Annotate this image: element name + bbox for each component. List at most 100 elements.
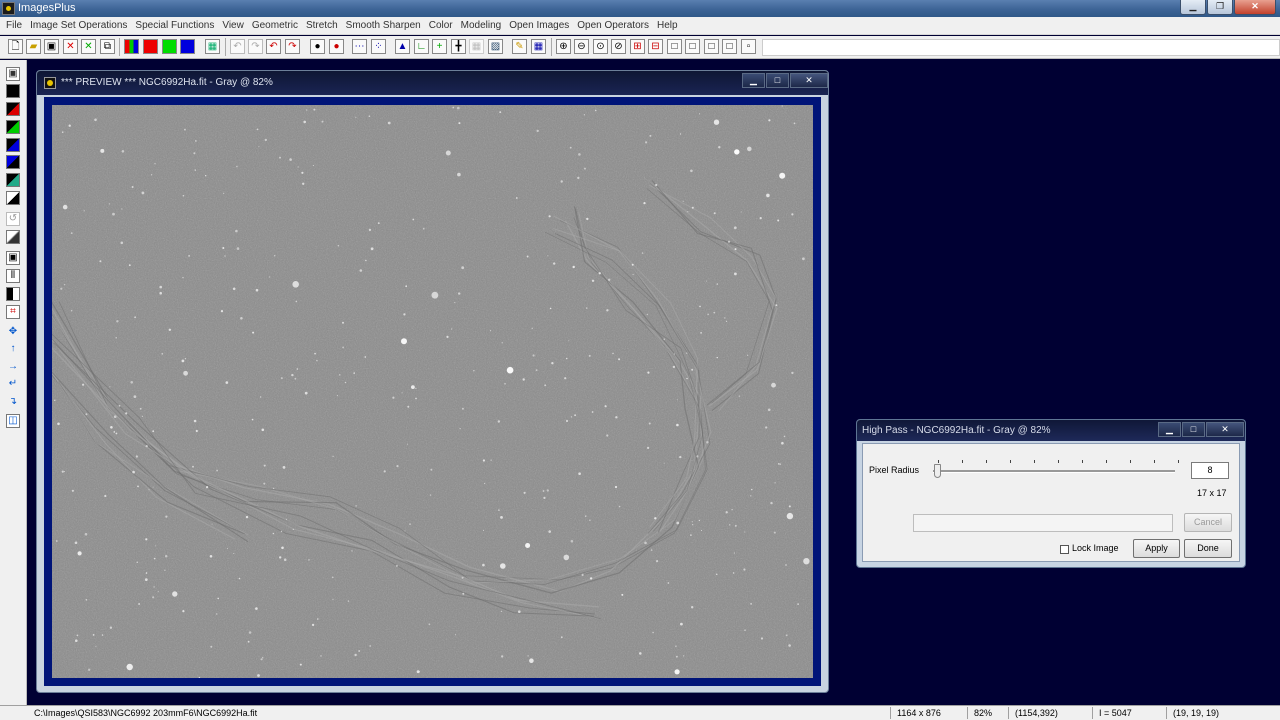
dialog-close-button[interactable]: ✕ — [1206, 422, 1244, 437]
apply-button[interactable]: Apply — [1133, 539, 1180, 558]
square-2-icon[interactable]: □ — [685, 39, 700, 54]
green-channel-icon[interactable] — [162, 39, 177, 54]
subtract-box-icon[interactable]: ⊟ — [648, 39, 663, 54]
black-square-icon[interactable] — [6, 84, 20, 98]
dialog-title-bar[interactable]: High Pass - NGC6992Ha.fit - Gray @ 82% ▁… — [857, 420, 1245, 441]
crosshair-green-icon[interactable]: + — [432, 39, 447, 54]
menu-file[interactable]: File — [2, 20, 26, 31]
star — [548, 215, 551, 218]
arrow-right-icon[interactable]: → — [6, 361, 20, 375]
status-bar: C:\Images\QSI583\NGC6992 203mmF6\NGC6992… — [0, 705, 1280, 720]
maximize-button[interactable]: ❐ — [1207, 0, 1233, 15]
star — [515, 197, 518, 199]
menu-open-images[interactable]: Open Images — [505, 20, 573, 31]
crop-icon[interactable]: ⌗ — [6, 305, 20, 319]
close-button[interactable]: ✕ — [1234, 0, 1276, 15]
black-bar-icon[interactable] — [6, 287, 20, 301]
rotate-right-icon[interactable]: ↴ — [6, 396, 20, 410]
close-red-x-icon[interactable]: ✕ — [63, 39, 78, 54]
minimize-button[interactable]: ▁ — [1180, 0, 1206, 15]
mask-icon[interactable]: ▣ — [6, 251, 20, 265]
zoom-fit-icon[interactable]: ⊙ — [593, 39, 608, 54]
pixel-radius-input[interactable]: 8 — [1191, 462, 1229, 479]
open-folder-icon[interactable]: ▰ — [26, 39, 41, 54]
dialog-maximize-button[interactable]: □ — [1182, 422, 1205, 437]
save-small-icon[interactable]: ▣ — [6, 67, 20, 81]
star — [260, 396, 262, 398]
square-icon[interactable]: □ — [667, 39, 682, 54]
redo-red-icon[interactable]: ↷ — [285, 39, 300, 54]
preview-close-button[interactable]: ✕ — [790, 73, 828, 88]
new-file-icon[interactable]: 🗋 — [8, 39, 23, 54]
circle-black-icon[interactable]: ● — [310, 39, 325, 54]
rotate-gray-icon[interactable]: ↺ — [6, 212, 20, 226]
zoom-out-icon[interactable]: ⊖ — [574, 39, 589, 54]
pixel-radius-label: Pixel Radius — [869, 465, 920, 475]
menu-view[interactable]: View — [218, 20, 248, 31]
flip-icon[interactable]: ◫ — [6, 414, 20, 428]
rotate-left-icon[interactable]: ↵ — [6, 378, 20, 392]
move-icon[interactable]: ✥ — [6, 326, 20, 340]
blue-channel-icon[interactable] — [180, 39, 195, 54]
menu-geometric[interactable]: Geometric — [248, 20, 302, 31]
dotted-line-icon[interactable]: ⋯ — [352, 39, 367, 54]
star — [227, 548, 229, 549]
star — [429, 494, 432, 496]
blue-black-icon[interactable] — [6, 138, 20, 152]
save-icon[interactable]: ▣ — [44, 39, 59, 54]
image-tools-icon[interactable]: ▨ — [488, 39, 503, 54]
dialog-minimize-button[interactable]: ▁ — [1158, 422, 1181, 437]
dotted-point-icon[interactable]: ⁘ — [371, 39, 386, 54]
preview-title-bar[interactable]: *** PREVIEW *** NGC6992Ha.fit - Gray @ 8… — [37, 71, 828, 95]
square-small-icon[interactable]: ▫ — [741, 39, 756, 54]
menu-help[interactable]: Help — [653, 20, 682, 31]
status-dimensions: 1164 x 876 — [890, 707, 967, 719]
redo-icon[interactable]: ↷ — [248, 39, 263, 54]
invert-icon[interactable] — [6, 191, 20, 205]
menu-modeling[interactable]: Modeling — [457, 20, 506, 31]
rgb-channels-icon[interactable] — [124, 39, 139, 54]
left-toolbar: ▣ ↺ ▣ ⦀ ⌗ ✥ ↑ → ↵ ↴ ◫ — [0, 60, 27, 706]
red-channel-icon[interactable] — [143, 39, 158, 54]
arrow-up-icon[interactable]: ↑ — [6, 343, 20, 357]
preview-minimize-button[interactable]: ▁ — [742, 73, 765, 88]
menu-open-operators[interactable]: Open Operators — [573, 20, 653, 31]
add-box-icon[interactable]: ⊞ — [630, 39, 645, 54]
star — [255, 288, 259, 292]
cancel-button[interactable]: Cancel — [1184, 513, 1232, 532]
menu-stretch[interactable]: Stretch — [302, 20, 342, 31]
grid-icon[interactable]: ▦ — [205, 39, 220, 54]
zoom-reset-icon[interactable]: ⊘ — [611, 39, 626, 54]
lock-image-checkbox[interactable] — [1060, 545, 1069, 554]
astro-image-canvas[interactable] — [52, 105, 813, 678]
levels-icon[interactable]: ⦀ — [6, 269, 20, 283]
circle-red-icon[interactable]: ● — [329, 39, 344, 54]
axis-icon[interactable]: ∟ — [414, 39, 429, 54]
pixel-radius-slider-thumb[interactable] — [934, 464, 941, 478]
red-black-icon[interactable] — [6, 102, 20, 116]
menu-special-functions[interactable]: Special Functions — [131, 20, 218, 31]
blue-square-icon[interactable] — [6, 155, 20, 169]
crosshair-icon[interactable]: ╋ — [451, 39, 466, 54]
histogram-icon[interactable]: ▲ — [395, 39, 410, 54]
table-icon[interactable]: ▦ — [531, 39, 546, 54]
zoom-in-icon[interactable]: ⊕ — [556, 39, 571, 54]
menu-image-set-operations[interactable]: Image Set Operations — [26, 20, 131, 31]
menu-color[interactable]: Color — [425, 20, 457, 31]
menu-smooth-sharpen[interactable]: Smooth Sharpen — [342, 20, 425, 31]
undo-icon[interactable]: ↶ — [230, 39, 245, 54]
pixel-radius-slider-track[interactable] — [933, 470, 1175, 473]
green-black-icon[interactable] — [6, 120, 20, 134]
preview-maximize-button[interactable]: □ — [766, 73, 789, 88]
black-fill-icon[interactable] — [6, 173, 20, 187]
square-3-icon[interactable]: □ — [704, 39, 719, 54]
square-4-icon[interactable]: □ — [722, 39, 737, 54]
undo-red-icon[interactable]: ↶ — [266, 39, 281, 54]
blank-grid-icon[interactable]: ▦ — [469, 39, 484, 54]
copy-icon[interactable]: ⧉ — [100, 39, 115, 54]
gradient-icon[interactable] — [6, 230, 20, 244]
pencil-icon[interactable]: ✎ — [512, 39, 527, 54]
done-button[interactable]: Done — [1184, 539, 1232, 558]
star — [725, 511, 728, 514]
close-green-x-icon[interactable]: ✕ — [81, 39, 96, 54]
